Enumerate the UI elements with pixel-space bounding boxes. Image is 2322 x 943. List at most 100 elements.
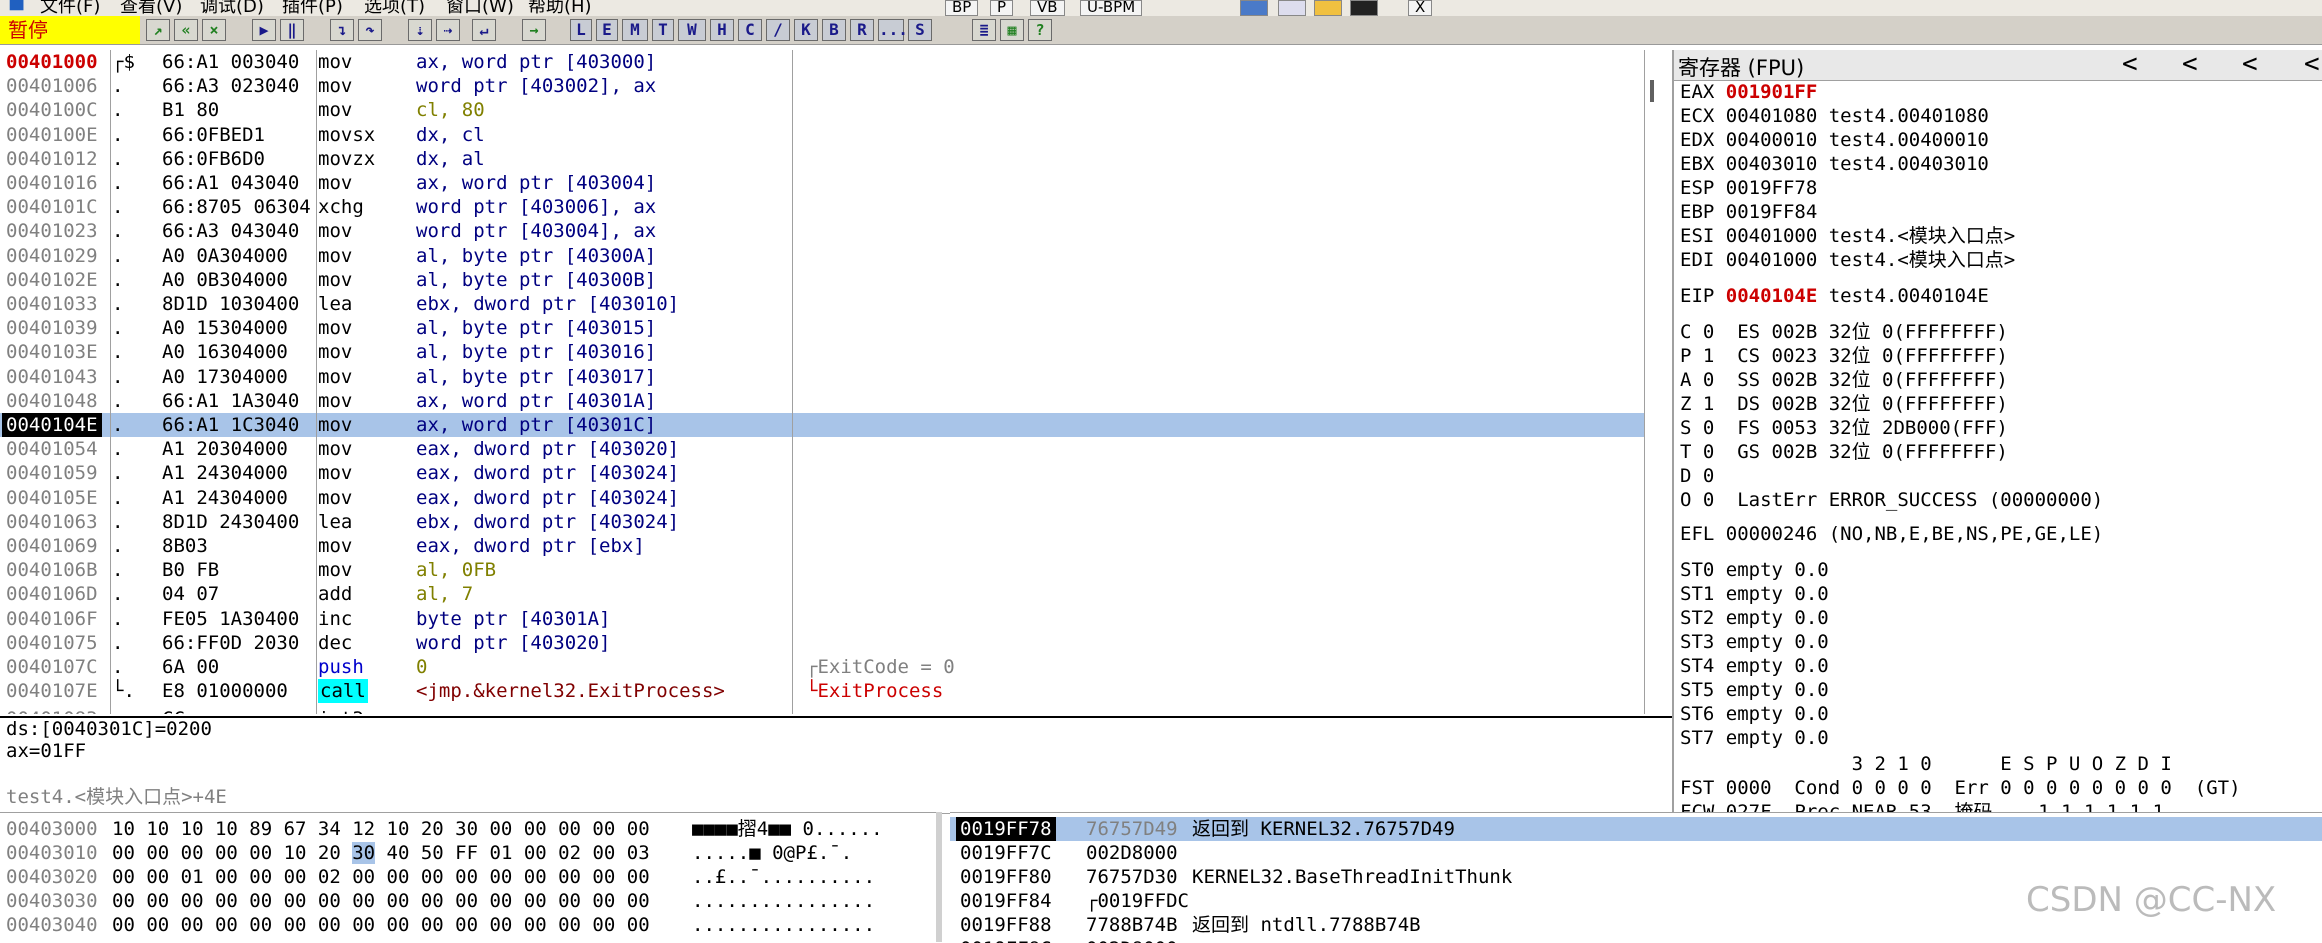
flag-row[interactable]: O 0 LastErr ERROR_SUCCESS (00000000) — [1680, 488, 2103, 512]
grid-icon[interactable]: ▦ — [1000, 19, 1024, 41]
toolbar-button-l[interactable]: L — [570, 19, 592, 41]
disasm-row[interactable]: 00401069. 8B03 mov eax, dword ptr [ebx] — [0, 534, 1645, 558]
toolbar-button-s[interactable]: S — [908, 19, 932, 41]
chevron-left-icon[interactable]: < — [2242, 50, 2258, 78]
register-edx[interactable]: EDX 00400010 test4.00400010 — [1680, 128, 1989, 152]
disasm-row[interactable]: 0040107E └. E8 01000000 call <jmp.&kernel32.… — [0, 679, 1645, 704]
menu-window[interactable]: 窗口(W) — [446, 0, 514, 16]
fpu-st-row[interactable]: ST0 empty 0.0 — [1680, 558, 1829, 582]
disasm-row[interactable]: 00401006. 66:A3 023040 mov word ptr [403002… — [0, 74, 1645, 98]
disasm-row[interactable]: 00401012. 66:0FB6D0 movzx dx, al — [0, 147, 1645, 171]
disasm-row[interactable]: 0040105E. A1 24304000 mov eax, dword ptr [4… — [0, 486, 1645, 510]
disasm-row[interactable]: 0040107C. 6A 00 push 0 ┌ExitCode = 0 — [0, 655, 1645, 679]
toolbar-button-m[interactable]: M — [622, 19, 648, 41]
fpu-st-row[interactable]: ST1 empty 0.0 — [1680, 582, 1829, 606]
menu-help[interactable]: 帮助(H) — [528, 0, 592, 16]
console-icon[interactable] — [1350, 0, 1378, 16]
pause-icon[interactable]: ‖ — [280, 19, 304, 41]
fcw-row[interactable]: FCW 027F Prec NEAR,53 掩码 1 1 1 1 1 1 — [1680, 800, 2164, 812]
dump-byte-highlighted[interactable]: 30 — [352, 842, 376, 864]
execute-till-return-icon[interactable]: ↵ — [472, 19, 496, 41]
disasm-row[interactable]: 00401043. A0 17304000 mov al, byte ptr [403… — [0, 365, 1645, 389]
pane-splitter[interactable] — [936, 812, 942, 942]
menu-file[interactable]: 文件(F) — [40, 0, 100, 16]
disasm-row[interactable]: 00401029. A0 0A304000 mov al, byte ptr [403… — [0, 244, 1645, 268]
toolbar-button-more[interactable]: ... — [878, 19, 908, 41]
toolbar-button-t[interactable]: T — [652, 19, 674, 41]
toolbar-button-k[interactable]: K — [794, 19, 818, 41]
menu-debug[interactable]: 调试(D) — [200, 0, 264, 16]
disasm-scrollbar[interactable] — [1650, 80, 1654, 102]
disassembly-pane[interactable]: 00401000 ┌$ 66:A1 003040 mov ax, word ptr [4… — [0, 50, 1645, 714]
toolbar-button-r[interactable]: R — [850, 19, 874, 41]
close-file-icon[interactable]: × — [202, 19, 226, 41]
open-icon[interactable]: ↗ — [146, 19, 170, 41]
rewind-icon[interactable]: « — [174, 19, 198, 41]
help-icon[interactable]: ? — [1028, 19, 1052, 41]
column-divider[interactable] — [316, 50, 317, 714]
register-ebx[interactable]: EBX 00403010 test4.00403010 — [1680, 152, 1989, 176]
fpu-st-row[interactable]: ST5 empty 0.0 — [1680, 678, 1829, 702]
dump-row[interactable]: 00403010 00 00 00 00 00 10 20 30 40 50 FF… — [0, 841, 942, 865]
disasm-row[interactable]: 00401059. A1 24304000 mov eax, dword ptr [4… — [0, 461, 1645, 485]
fpu-st-row[interactable]: ST7 empty 0.0 — [1680, 726, 1829, 750]
step-into-icon[interactable]: ↴ — [330, 19, 354, 41]
disasm-row[interactable]: 00401075. 66:FF0D 2030 dec word ptr [403020… — [0, 631, 1645, 655]
register-value[interactable]: 00403010 — [1726, 153, 1818, 175]
run-icon[interactable]: ▶ — [252, 19, 276, 41]
list-icon[interactable]: ≣ — [972, 19, 996, 41]
flag-row[interactable]: D 0 — [1680, 464, 1714, 488]
toolbar-button-h[interactable]: H — [710, 19, 734, 41]
column-divider[interactable] — [1644, 50, 1645, 714]
chevron-left-icon[interactable]: < — [2122, 50, 2138, 78]
trace-over-icon[interactable]: ⇢ — [436, 19, 460, 41]
register-value[interactable]: 0019FF84 — [1726, 201, 1818, 223]
disasm-row[interactable]: 00401023. 66:A3 043040 mov word ptr [403004… — [0, 219, 1645, 243]
p-button[interactable]: P — [990, 0, 1014, 16]
dump-row[interactable]: 00403000 10 10 10 10 89 67 34 12 10 20 30… — [0, 817, 942, 841]
goto-icon[interactable]: → — [522, 19, 546, 41]
stack-row[interactable]: 0019FF78 76757D49 返回到 KERNEL32.76757D49 — [950, 817, 2322, 841]
register-eax[interactable]: EAX 001901FF — [1680, 80, 1817, 104]
register-value[interactable]: 00401000 — [1726, 249, 1818, 271]
dump-row[interactable]: 00403020 00 00 01 00 00 00 02 00 00 00 00… — [0, 865, 942, 889]
column-divider[interactable] — [792, 50, 793, 714]
disasm-row[interactable]: 0040106F. FE05 1A30400 inc byte ptr [40301A… — [0, 607, 1645, 631]
toolbar-button-c[interactable]: C — [738, 19, 762, 41]
register-ecx[interactable]: ECX 00401080 test4.00401080 — [1680, 104, 1989, 128]
u-bpm-button[interactable]: U-BPM — [1080, 0, 1143, 16]
menu-options[interactable]: 选项(T) — [364, 0, 425, 16]
toolbar-button-e[interactable]: E — [596, 19, 618, 41]
step-over-icon[interactable]: ↷ — [358, 19, 382, 41]
flag-row[interactable]: T 0 GS 002B 32位 0(FFFFFFFF) — [1680, 440, 2008, 464]
disasm-row[interactable]: 00401039. A0 15304000 mov al, byte ptr [403… — [0, 316, 1645, 340]
memory-dump-pane[interactable]: 00403000 10 10 10 10 89 67 34 12 10 20 30… — [0, 812, 942, 943]
register-value[interactable]: 00401080 — [1726, 105, 1818, 127]
register-value[interactable]: 0040104E — [1726, 285, 1818, 307]
registers-pane[interactable]: 寄存器 (FPU) < < < < EAX 001901FF ECX 004010… — [1672, 50, 2322, 812]
fpu-st-row[interactable]: ST6 empty 0.0 — [1680, 702, 1829, 726]
stack-row[interactable]: 0019FF7C 002D8000 — [950, 841, 2322, 865]
menu-view[interactable]: 查看(V) — [120, 0, 182, 16]
disasm-row[interactable]: 00401033. 8D1D 1030400 lea ebx, dword ptr [… — [0, 292, 1645, 316]
fst-row[interactable]: FST 0000 Cond 0 0 0 0 Err 0 0 0 0 0 0 0 … — [1680, 776, 2241, 800]
bp-button[interactable]: BP — [945, 0, 979, 16]
register-esi[interactable]: ESI 00401000 test4.<模块入口点> — [1680, 224, 2015, 248]
fpu-st-row[interactable]: ST4 empty 0.0 — [1680, 654, 1829, 678]
fpu-st-row[interactable]: ST3 empty 0.0 — [1680, 630, 1829, 654]
disasm-row[interactable]: 0040100C. B1 80 mov cl, 80 — [0, 98, 1645, 122]
register-value[interactable]: 00401000 — [1726, 225, 1818, 247]
flag-row[interactable]: S 0 FS 0053 32位 2DB000(FFF) — [1680, 416, 2008, 440]
disasm-row[interactable]: 00401048. 66:A1 1A3040 mov ax, word ptr [40… — [0, 389, 1645, 413]
trace-into-icon[interactable]: ⇣ — [408, 19, 432, 41]
register-edi[interactable]: EDI 00401000 test4.<模块入口点> — [1680, 248, 2015, 272]
dump-row[interactable]: 00403030 00 00 00 00 00 00 00 00 00 00 00… — [0, 889, 942, 913]
disasm-row[interactable]: 00401016. 66:A1 043040 mov ax, word ptr [40… — [0, 171, 1645, 195]
flag-row[interactable]: A 0 SS 002B 32位 0(FFFFFFFF) — [1680, 368, 2008, 392]
toolbar-button-b[interactable]: B — [822, 19, 846, 41]
fpu-st-row[interactable]: ST2 empty 0.0 — [1680, 606, 1829, 630]
register-value[interactable]: 001901FF — [1726, 81, 1818, 103]
stack-row[interactable]: 0019FF8C 002D8000 — [950, 937, 2322, 943]
disasm-row[interactable]: 0040100E. 66:0FBED1 movsx dx, cl — [0, 123, 1645, 147]
disasm-row[interactable]: 0040103E. A0 16304000 mov al, byte ptr [403… — [0, 340, 1645, 364]
